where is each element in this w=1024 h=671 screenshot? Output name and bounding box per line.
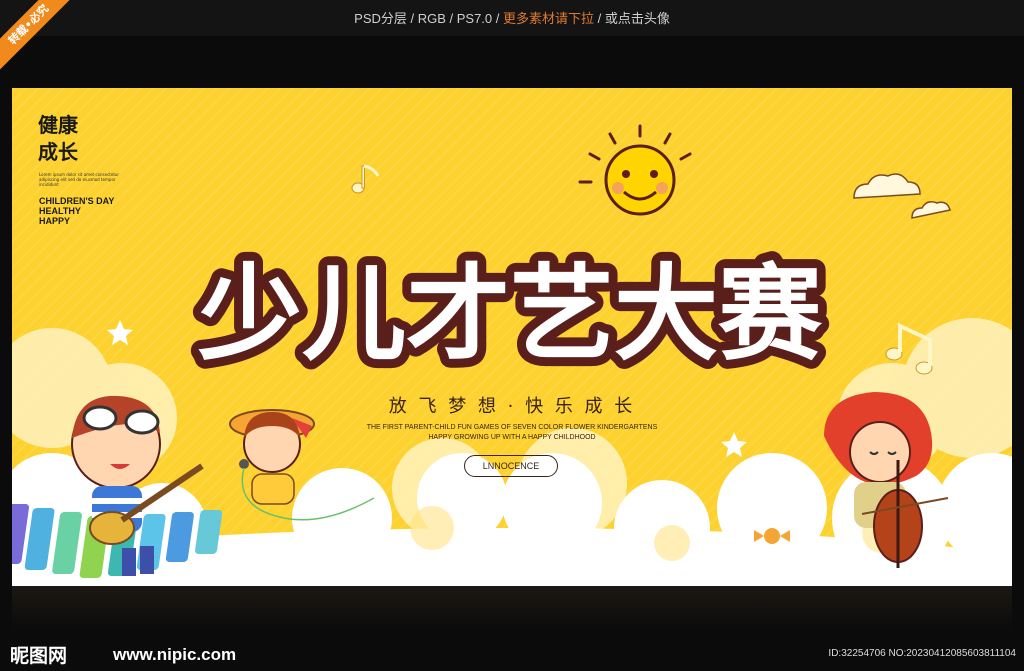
- file-info: PSD分层 / RGB / PS7.0 / 更多素材请下拉 / 或点击头像: [0, 8, 1024, 27]
- poster: 少儿才艺大赛 少儿才艺大赛 健康 成长 Lorem ipsum dolor si…: [12, 88, 1012, 586]
- tiny-text: Lorem ipsum dolor sit amet consectetur a…: [39, 172, 120, 187]
- image-id-text: ID:32254706 NO:20230412085603811104: [828, 648, 1016, 659]
- english-line: CHILDREN'S DAY: [39, 196, 115, 206]
- vertical-text-line: 成长: [38, 140, 78, 164]
- file-info-prefix: PSD分层 / RGB / PS7.0 /: [354, 11, 503, 26]
- file-info-suffix[interactable]: / 或点击头像: [594, 11, 670, 26]
- file-info-highlight[interactable]: 更多素材请下拉: [503, 11, 594, 26]
- vertical-text: 健康 成长: [38, 112, 78, 166]
- site-url[interactable]: www.nipic.com: [113, 645, 236, 665]
- badge: LNNOCENCE: [464, 455, 558, 477]
- english-lines: CHILDREN'S DAY HEALTHY HAPPY: [39, 196, 114, 226]
- subtitle-line-2: HAPPY GROWING UP WITH A HAPPY CHILDHOOD: [428, 434, 596, 441]
- english-line: HAPPY: [39, 216, 71, 226]
- poster-reflection: [12, 586, 1012, 631]
- slogan: 放 飞 梦 想 · 快 乐 成 长: [388, 396, 636, 417]
- english-line: HEALTHY: [39, 206, 81, 216]
- sun-icon: [578, 124, 692, 216]
- small-cloud-icon: [853, 173, 951, 219]
- vertical-text-line: 健康: [38, 113, 78, 137]
- poster-art: 少儿才艺大赛 少儿才艺大赛: [12, 124, 1012, 586]
- subtitle-line-1: THE FIRST PARENT-CHILD FUN GAMES OF SEVE…: [366, 424, 658, 431]
- poster-title: 少儿才艺大赛: [198, 253, 823, 375]
- site-logo[interactable]: 昵图网: [10, 641, 67, 668]
